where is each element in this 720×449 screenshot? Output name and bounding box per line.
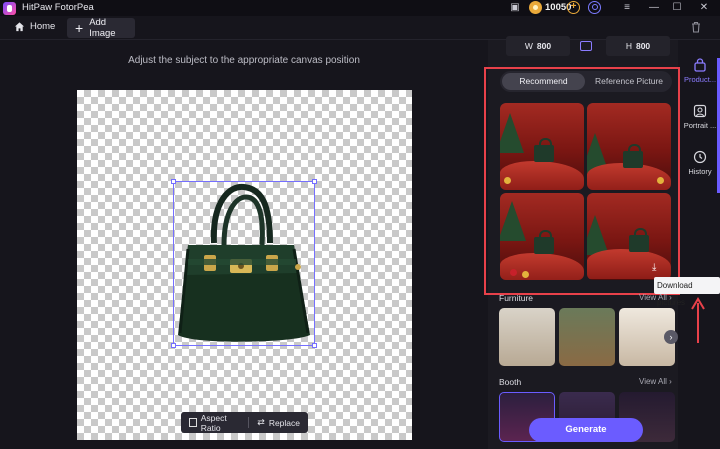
add-image-label: Add Image (89, 17, 116, 39)
trash-icon[interactable] (690, 21, 702, 33)
aspect-ratio-button[interactable]: Aspect Ratio (181, 413, 248, 433)
maximize-icon[interactable]: ☐ (670, 1, 684, 15)
resize-handle[interactable] (171, 343, 176, 348)
replace-button[interactable]: ⇄ Replace (249, 417, 308, 428)
selection-box[interactable] (171, 179, 317, 348)
aspect-ratio-icon (189, 418, 197, 427)
side-tab-history[interactable]: History (680, 150, 720, 176)
width-label: W (524, 41, 533, 51)
side-tab-product[interactable]: Product... (680, 58, 720, 84)
download-tooltip: Download pictures (654, 277, 720, 307)
section-title-booth: Booth (499, 377, 522, 387)
side-tab-portrait[interactable]: Portrait ... (680, 104, 720, 130)
aspect-ratio-label: Aspect Ratio (200, 412, 227, 433)
side-tab-bar (680, 40, 720, 449)
width-value: 800 (536, 41, 552, 51)
home-icon (14, 22, 25, 32)
add-image-button[interactable]: + Add Image (67, 17, 135, 39)
add-credits-button[interactable]: + (567, 1, 580, 14)
height-value: 800 (635, 41, 651, 51)
resize-handle[interactable] (312, 179, 317, 184)
side-tab-label: Product... (683, 75, 717, 84)
height-field[interactable]: H 800 (606, 36, 670, 56)
resize-handle[interactable] (171, 179, 176, 184)
user-account-icon[interactable] (588, 1, 601, 14)
home-label: Home (30, 21, 56, 32)
next-arrow-icon[interactable]: › (664, 330, 678, 344)
menu-icon[interactable]: ≡ (620, 1, 634, 15)
replace-icon: ⇄ (257, 417, 265, 427)
resize-handle[interactable] (312, 343, 317, 348)
furniture-thumbnail[interactable] (499, 308, 555, 366)
app-title: HitPaw FotorPea (22, 2, 94, 13)
canvas-hint: Adjust the subject to the appropriate ca… (128, 55, 360, 66)
minimize-icon[interactable]: — (647, 1, 661, 15)
annotation-arrow (691, 297, 705, 343)
height-label: H (625, 41, 632, 51)
view-all-booth[interactable]: View All › (639, 377, 672, 386)
close-icon[interactable]: ✕ (697, 1, 711, 15)
lock-ratio-icon[interactable] (580, 41, 592, 51)
image-tools-bar: Aspect Ratio ⇄ Replace (181, 412, 308, 433)
highlight-box (484, 67, 680, 295)
app-logo-icon (3, 2, 16, 15)
message-icon[interactable]: ▣ (508, 1, 522, 15)
history-icon (693, 150, 707, 164)
app-window: HitPaw FotorPea ▣ 10050 + ≡ — ☐ ✕ Home +… (0, 0, 720, 449)
coin-icon (529, 1, 542, 14)
view-all-label: View All (639, 377, 667, 386)
portrait-icon (693, 104, 707, 118)
side-tab-label: Portrait ... (683, 121, 717, 130)
bag-icon (694, 58, 706, 72)
width-field[interactable]: W 800 (506, 36, 570, 56)
side-tab-label: History (688, 167, 712, 176)
replace-label: Replace (268, 417, 300, 428)
home-button[interactable]: Home (14, 21, 55, 32)
generate-button[interactable]: Generate (529, 418, 643, 442)
furniture-thumbnail[interactable] (559, 308, 615, 366)
title-bar: HitPaw FotorPea ▣ 10050 + ≡ — ☐ ✕ (0, 0, 720, 16)
plus-icon: + (75, 20, 84, 36)
section-title-furniture: Furniture (499, 293, 534, 303)
